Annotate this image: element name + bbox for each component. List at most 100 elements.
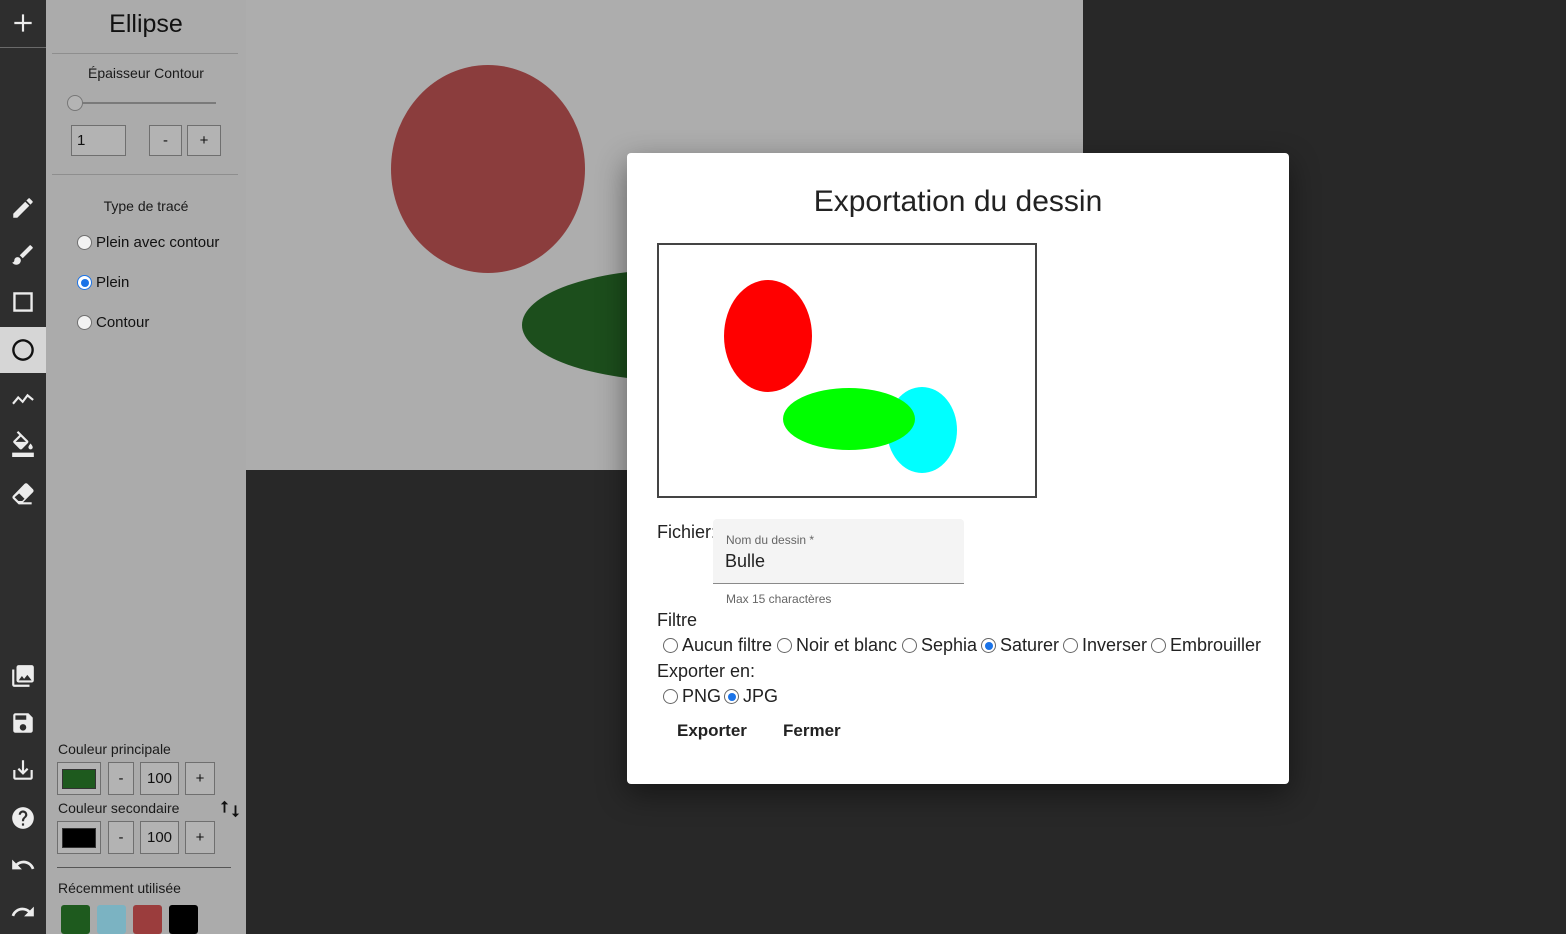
gallery-button[interactable]	[0, 653, 46, 699]
save-button[interactable]	[0, 700, 46, 746]
stroke-width-increase-button[interactable]: +	[187, 125, 221, 156]
radio-button-selected[interactable]	[981, 638, 996, 653]
export-confirm-button[interactable]: Exporter	[677, 721, 747, 741]
preview-ellipse-green	[783, 388, 915, 450]
radio-button[interactable]	[77, 315, 92, 330]
pencil-tool-button[interactable]	[0, 185, 46, 231]
drawing-name-input[interactable]	[725, 551, 950, 572]
swap-colors-icon[interactable]	[219, 796, 241, 822]
canvas-ellipse-red[interactable]	[391, 65, 585, 273]
polyline-tool-button[interactable]	[0, 374, 46, 420]
option-label: Plein avec contour	[96, 234, 220, 251]
paint-bucket-tool-button[interactable]	[0, 421, 46, 467]
export-preview	[657, 243, 1037, 498]
panel-divider	[57, 867, 231, 868]
attribute-panel: Ellipse Épaisseur Contour 1 - + Type de …	[46, 0, 246, 934]
option-label: Inverser	[1082, 635, 1148, 655]
paint-bucket-icon	[12, 431, 34, 457]
secondary-color-swatch[interactable]	[57, 821, 101, 854]
primary-opacity-input[interactable]: 100	[140, 762, 179, 795]
recent-color-swatch[interactable]	[169, 905, 198, 934]
trace-type-option-stroke[interactable]: Contour	[77, 314, 149, 331]
primary-opacity-decrease-button[interactable]: -	[108, 762, 134, 795]
filter-option-sepia[interactable]: Sephia	[902, 635, 977, 656]
filter-option-invert[interactable]: Inverser	[1063, 635, 1147, 656]
secondary-opacity-input[interactable]: 100	[140, 821, 179, 854]
option-label: Aucun filtre	[682, 635, 773, 655]
primary-opacity-increase-button[interactable]: +	[185, 762, 215, 795]
toolbar-divider	[0, 47, 46, 48]
radio-button[interactable]	[1063, 638, 1078, 653]
download-icon	[13, 760, 33, 780]
preview-svg	[724, 280, 957, 473]
radio-button[interactable]	[663, 638, 678, 653]
option-label: JPG	[743, 686, 779, 706]
preview-ellipse-red	[724, 280, 812, 392]
radio-button[interactable]	[777, 638, 792, 653]
stroke-width-slider-handle[interactable]	[67, 95, 83, 111]
brush-tool-button[interactable]	[0, 232, 46, 278]
format-option-jpg[interactable]: JPG	[724, 686, 778, 707]
polyline-icon	[12, 393, 34, 405]
pencil-icon	[13, 198, 33, 218]
tool-sidebar	[0, 0, 46, 934]
format-label: Exporter en:	[657, 661, 756, 681]
ellipse-tool-button[interactable]	[0, 327, 46, 373]
recent-color-swatch[interactable]	[133, 905, 162, 934]
brush-icon	[12, 245, 33, 265]
recent-color-swatch[interactable]	[61, 905, 90, 934]
secondary-opacity-decrease-button[interactable]: -	[108, 821, 134, 854]
stroke-width-slider-track[interactable]	[72, 102, 216, 104]
format-option-png[interactable]: PNG	[663, 686, 721, 707]
radio-button[interactable]	[1151, 638, 1166, 653]
undo-button[interactable]	[0, 842, 46, 888]
option-label: Saturer	[1000, 635, 1060, 655]
primary-color-label: Couleur principale	[58, 741, 171, 757]
eraser-icon	[12, 483, 34, 505]
rectangle-tool-button[interactable]	[0, 279, 46, 325]
option-label: Contour	[96, 314, 150, 331]
stroke-width-label: Épaisseur Contour	[88, 65, 204, 81]
filter-option-blur[interactable]: Embrouiller	[1151, 635, 1261, 656]
radio-button-selected[interactable]	[724, 689, 739, 704]
option-label: Noir et blanc	[796, 635, 898, 655]
recent-colors-label: Récemment utilisée	[58, 880, 181, 896]
eraser-tool-button[interactable]	[0, 470, 46, 516]
drawing-name-field[interactable]: Nom du dessin *	[713, 519, 964, 584]
gallery-icon	[12, 665, 34, 687]
redo-button[interactable]	[0, 889, 46, 934]
primary-color-swatch[interactable]	[57, 762, 101, 795]
filter-option-none[interactable]: Aucun filtre	[663, 635, 772, 656]
close-dialog-button[interactable]: Fermer	[783, 721, 841, 741]
trace-type-option-fill-and-stroke[interactable]: Plein avec contour	[77, 234, 219, 251]
undo-icon	[12, 859, 35, 870]
radio-button-selected[interactable]	[77, 275, 92, 290]
export-button[interactable]	[0, 747, 46, 793]
add-icon	[14, 14, 32, 32]
redo-icon	[11, 906, 34, 917]
add-button[interactable]	[0, 0, 46, 46]
option-label: PNG	[682, 686, 722, 706]
recent-color-swatch[interactable]	[97, 905, 126, 934]
help-button[interactable]	[0, 795, 46, 841]
option-label: Embrouiller	[1170, 635, 1262, 655]
ellipse-icon	[12, 339, 34, 361]
save-icon	[13, 713, 33, 733]
radio-button[interactable]	[77, 235, 92, 250]
trace-type-option-fill[interactable]: Plein	[77, 274, 129, 291]
option-label: Sephia	[921, 635, 978, 655]
file-label: Fichier:	[657, 522, 717, 542]
stroke-width-decrease-button[interactable]: -	[149, 125, 182, 156]
drawing-name-hint: Max 15 charactères	[726, 592, 832, 606]
dialog-title: Exportation du dessin	[813, 185, 1103, 218]
radio-button[interactable]	[902, 638, 917, 653]
primary-color-preview	[62, 768, 96, 789]
secondary-opacity-increase-button[interactable]: +	[185, 821, 215, 854]
stroke-width-input[interactable]: 1	[71, 125, 126, 156]
drawing-name-label: Nom du dessin *	[726, 533, 815, 547]
filter-option-grayscale[interactable]: Noir et blanc	[777, 635, 897, 656]
panel-divider	[52, 53, 238, 54]
radio-button[interactable]	[663, 689, 678, 704]
option-label: Plein	[96, 274, 130, 291]
filter-option-saturate[interactable]: Saturer	[981, 635, 1059, 656]
